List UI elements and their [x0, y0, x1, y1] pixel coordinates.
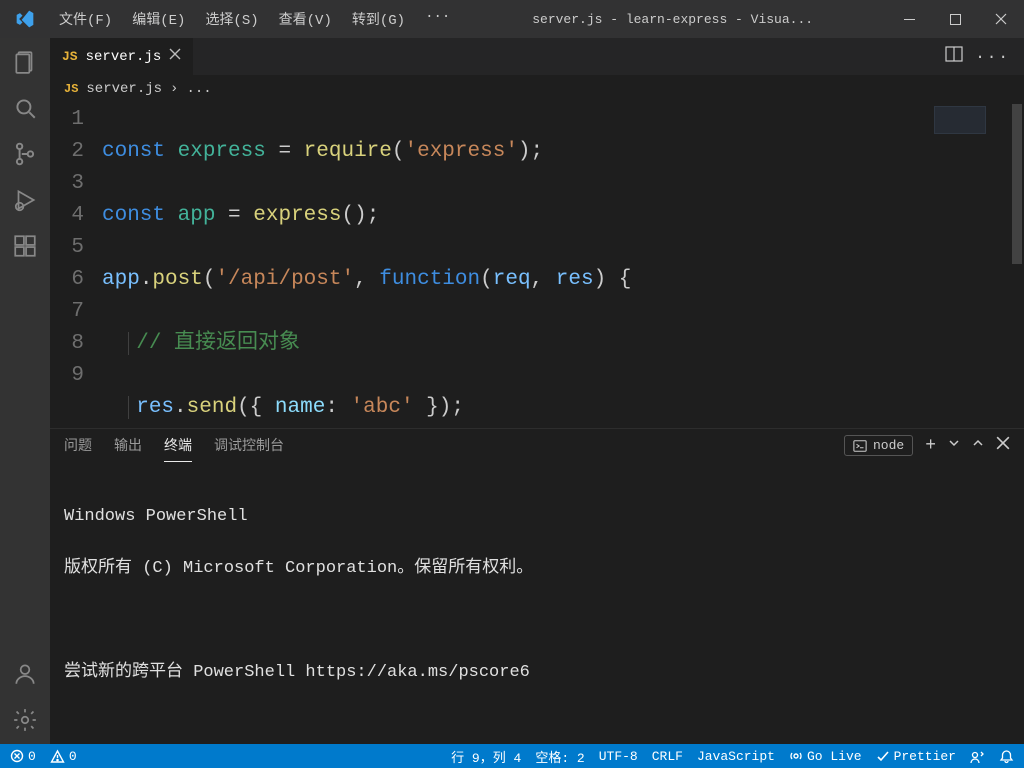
vertical-scrollbar[interactable]	[1010, 102, 1024, 428]
code-editor[interactable]: 12 34 56 78 9 const express = require('e…	[50, 102, 930, 428]
status-indentation[interactable]: 空格: 2	[535, 747, 584, 766]
js-icon: JS	[62, 49, 78, 64]
minimize-button[interactable]	[886, 0, 932, 38]
code-content[interactable]: const express = require('express'); cons…	[102, 104, 930, 428]
maximize-button[interactable]	[932, 0, 978, 38]
status-warnings[interactable]: 0	[50, 749, 77, 764]
main-menu: 文件(F) 编辑(E) 选择(S) 查看(V) 转到(G) ···	[50, 5, 459, 33]
menu-view[interactable]: 查看(V)	[270, 5, 341, 33]
new-terminal-icon[interactable]: +	[925, 436, 936, 456]
tab-filename: server.js	[86, 49, 162, 65]
line-gutter: 12 34 56 78 9	[50, 104, 102, 428]
window-title: server.js - learn-express - Visua...	[459, 12, 886, 27]
breadcrumb-more: ...	[186, 81, 211, 97]
status-eol[interactable]: CRLF	[652, 749, 683, 764]
settings-gear-icon[interactable]	[9, 704, 41, 736]
maximize-panel-icon[interactable]	[972, 437, 984, 454]
status-language-mode[interactable]: JavaScript	[697, 749, 775, 764]
chevron-down-icon[interactable]	[948, 437, 960, 454]
close-button[interactable]	[978, 0, 1024, 38]
panel-tab-terminal[interactable]: 终端	[164, 429, 192, 462]
minimap[interactable]	[930, 102, 1010, 428]
accounts-icon[interactable]	[9, 658, 41, 690]
close-panel-icon[interactable]	[996, 436, 1010, 455]
panel-tab-output[interactable]: 输出	[114, 429, 142, 462]
panel-tab-problems[interactable]: 问题	[64, 429, 92, 462]
title-bar: 文件(F) 编辑(E) 选择(S) 查看(V) 转到(G) ··· server…	[0, 0, 1024, 38]
status-feedback-icon[interactable]	[970, 749, 985, 764]
close-icon[interactable]	[169, 48, 181, 65]
terminal-line: 尝试新的跨平台 PowerShell https://aka.ms/pscore…	[64, 660, 1010, 686]
js-icon: JS	[64, 82, 78, 96]
bottom-panel: 问题 输出 终端 调试控制台 node +	[50, 428, 1024, 744]
activity-bar	[0, 38, 50, 744]
search-icon[interactable]	[9, 92, 41, 124]
terminal-line: 版权所有 (C) Microsoft Corporation。保留所有权利。	[64, 556, 1010, 582]
menu-edit[interactable]: 编辑(E)	[123, 5, 194, 33]
panel-tab-debug-console[interactable]: 调试控制台	[214, 429, 284, 462]
menu-more[interactable]: ···	[416, 5, 459, 33]
vscode-logo-icon	[0, 9, 50, 29]
breadcrumb-file: server.js	[86, 81, 162, 97]
more-actions-icon[interactable]: ···	[975, 48, 1010, 66]
status-go-live[interactable]: Go Live	[789, 749, 862, 764]
menu-file[interactable]: 文件(F)	[50, 5, 121, 33]
menu-selection[interactable]: 选择(S)	[196, 5, 267, 33]
editor-tab-server-js[interactable]: JS server.js	[50, 38, 194, 75]
status-cursor-position[interactable]: 行 9，列 4	[451, 747, 521, 766]
menu-go[interactable]: 转到(G)	[343, 5, 414, 33]
run-debug-icon[interactable]	[9, 184, 41, 216]
terminal-selector[interactable]: node	[844, 435, 913, 456]
explorer-icon[interactable]	[9, 46, 41, 78]
editor-tab-bar: JS server.js ···	[50, 38, 1024, 76]
terminal[interactable]: Windows PowerShell 版权所有 (C) Microsoft Co…	[50, 462, 1024, 768]
terminal-line: Windows PowerShell	[64, 504, 1010, 530]
status-prettier[interactable]: Prettier	[876, 749, 956, 764]
status-bell-icon[interactable]	[999, 749, 1014, 764]
extensions-icon[interactable]	[9, 230, 41, 262]
breadcrumb[interactable]: JS server.js › ...	[50, 76, 1024, 102]
split-editor-icon[interactable]	[945, 45, 963, 68]
chevron-right-icon: ›	[170, 81, 178, 97]
status-encoding[interactable]: UTF-8	[599, 749, 638, 764]
window-controls	[886, 0, 1024, 38]
status-errors[interactable]: 0	[10, 749, 36, 764]
source-control-icon[interactable]	[9, 138, 41, 170]
